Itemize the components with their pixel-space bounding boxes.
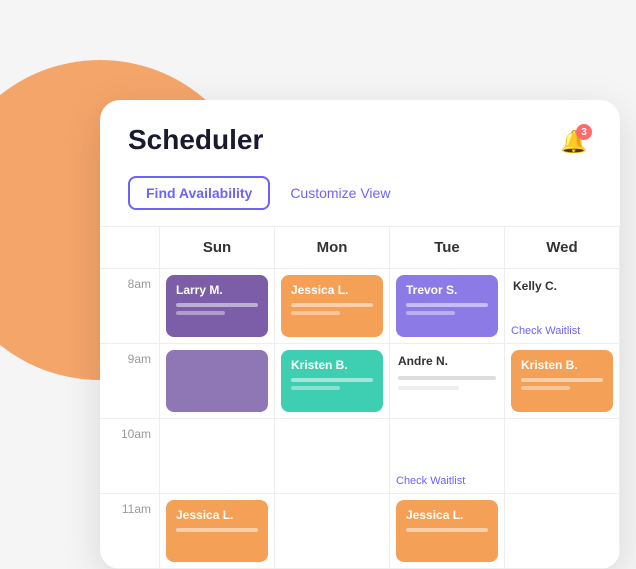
header-time-label	[100, 227, 160, 268]
header-wed: Wed	[505, 227, 620, 268]
check-waitlist-tue-10[interactable]: Check Waitlist	[396, 471, 498, 487]
event-line-2	[291, 311, 340, 315]
event-name: Jessica L.	[406, 508, 488, 522]
page-title: Scheduler	[128, 124, 263, 156]
event-line-1	[291, 378, 373, 382]
event-larry-m[interactable]: Larry M.	[166, 275, 268, 337]
cell-9am-sun	[160, 344, 275, 419]
event-line-1	[176, 528, 258, 532]
notification-badge: 3	[576, 124, 592, 140]
andre-line-1	[398, 376, 496, 380]
event-name: Trevor S.	[406, 283, 488, 297]
event-line-2	[521, 386, 570, 390]
cell-11am-sun: Jessica L.	[160, 494, 275, 569]
calendar: Sun Mon Tue Wed 8am Larry M. Jessica L.	[100, 226, 620, 569]
event-kristen-b-mon[interactable]: Kristen B.	[281, 350, 383, 412]
time-9am: 9am	[100, 344, 160, 419]
calendar-body: 8am Larry M. Jessica L. Trevor S.	[100, 269, 620, 569]
event-line-2	[291, 386, 340, 390]
customize-view-link[interactable]: Customize View	[290, 185, 390, 201]
event-jessica-l-tue-11[interactable]: Jessica L.	[396, 500, 498, 562]
cell-11am-wed	[505, 494, 620, 569]
event-name: Larry M.	[176, 283, 258, 297]
cell-10am-sun	[160, 419, 275, 494]
event-line-1	[291, 303, 373, 307]
event-line-2	[406, 311, 455, 315]
cell-9am-mon: Kristen B.	[275, 344, 390, 419]
cell-8am-mon: Jessica L.	[275, 269, 390, 344]
cell-10am-tue: Check Waitlist	[390, 419, 505, 494]
event-jessica-l-sun-11[interactable]: Jessica L.	[166, 500, 268, 562]
calendar-header: Sun Mon Tue Wed	[100, 227, 620, 269]
kelly-c-name: Kelly C.	[511, 275, 613, 297]
time-8am: 8am	[100, 269, 160, 344]
cell-8am-tue: Trevor S.	[390, 269, 505, 344]
event-line-2	[176, 311, 225, 315]
time-10am: 10am	[100, 419, 160, 494]
event-line-1	[521, 378, 603, 382]
andre-n-name: Andre N.	[396, 350, 498, 372]
time-11am: 11am	[100, 494, 160, 569]
event-jessica-l-mon-8[interactable]: Jessica L.	[281, 275, 383, 337]
cell-8am-wed: Kelly C. Check Waitlist	[505, 269, 620, 344]
header-tue: Tue	[390, 227, 505, 268]
cell-10am-mon	[275, 419, 390, 494]
notification-button[interactable]: 🔔 3	[556, 124, 592, 160]
card-header: Scheduler 🔔 3	[100, 100, 620, 176]
event-name: Jessica L.	[291, 283, 373, 297]
find-availability-button[interactable]: Find Availability	[128, 176, 270, 210]
event-name: Jessica L.	[176, 508, 258, 522]
header-sun: Sun	[160, 227, 275, 268]
cell-10am-wed	[505, 419, 620, 494]
check-waitlist-wed-8[interactable]: Check Waitlist	[511, 321, 613, 337]
event-larry-cont	[166, 350, 268, 412]
event-name: Kristen B.	[521, 358, 603, 372]
cell-9am-tue: Andre N.	[390, 344, 505, 419]
cell-8am-sun: Larry M.	[160, 269, 275, 344]
cell-11am-mon	[275, 494, 390, 569]
event-kristen-b-wed[interactable]: Kristen B.	[511, 350, 613, 412]
event-trevor-s[interactable]: Trevor S.	[396, 275, 498, 337]
andre-line-2	[398, 386, 459, 390]
cell-9am-wed: Kristen B.	[505, 344, 620, 419]
event-line-1	[176, 303, 258, 307]
event-line-1	[406, 303, 488, 307]
event-name: Kristen B.	[291, 358, 373, 372]
scheduler-card: Scheduler 🔔 3 Find Availability Customiz…	[100, 100, 620, 569]
header-mon: Mon	[275, 227, 390, 268]
toolbar: Find Availability Customize View	[100, 176, 620, 226]
cell-11am-tue: Jessica L.	[390, 494, 505, 569]
event-line-1	[406, 528, 488, 532]
